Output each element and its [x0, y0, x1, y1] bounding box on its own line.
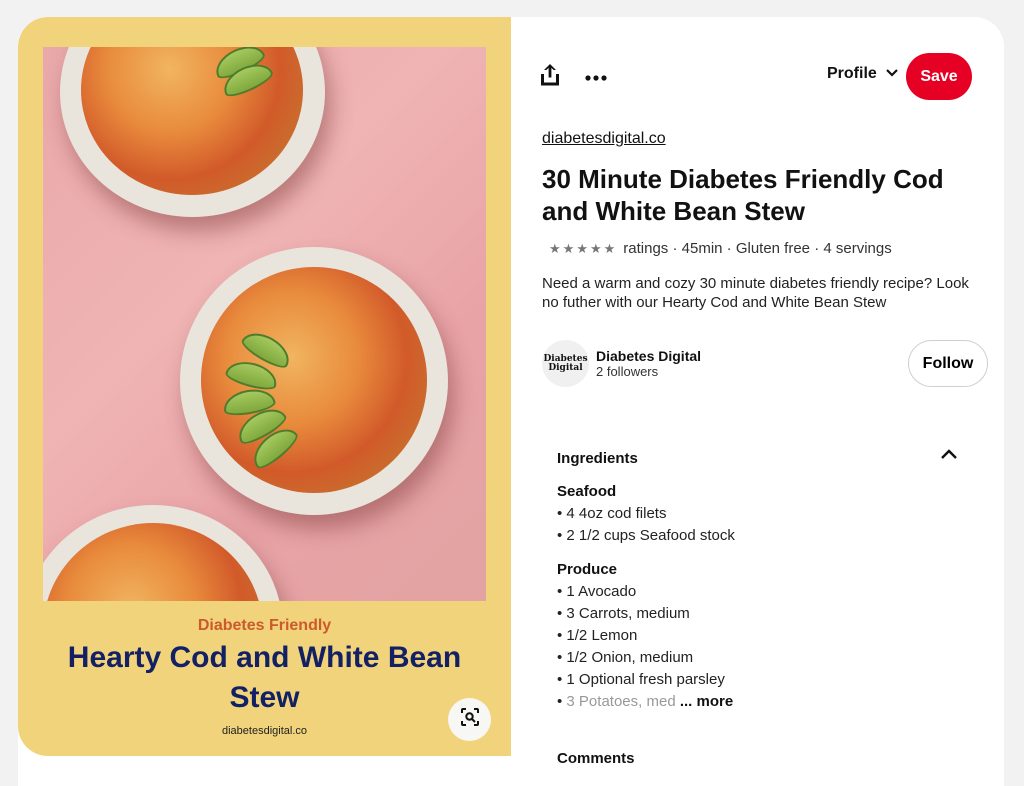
recipe-meta: ★ ★ ★ ★ ★ ratings · 45min · Gluten free … — [549, 240, 892, 257]
star-icon: ★ — [576, 240, 588, 256]
profile-label: Profile — [827, 65, 877, 82]
meta-text: ratings · 45min · Gluten free · 4 servin… — [623, 240, 892, 257]
profile-dropdown[interactable]: Profile — [827, 65, 899, 83]
ingredient-item: • 1 Optional fresh parsley — [557, 671, 725, 688]
ingredients-header[interactable]: Ingredients — [557, 450, 638, 467]
author-name[interactable]: Diabetes Digital — [596, 348, 701, 364]
caption-site: diabetesdigital.co — [221, 725, 307, 737]
ingredient-text: 3 Potatoes, med — [566, 693, 676, 710]
follow-button[interactable]: Follow — [908, 340, 988, 387]
source-link[interactable]: diabetesdigital.co — [542, 130, 666, 148]
ingredient-group-title: Seafood — [557, 483, 617, 500]
caption-title: Hearty Cod and White Bean Stew — [67, 641, 462, 714]
ingredient-item: • 2 1/2 cups Seafood stock — [557, 527, 735, 544]
chevron-up-icon — [940, 448, 958, 465]
pin-description: Need a warm and cozy 30 minute diabetes … — [542, 275, 969, 311]
stew-photo — [43, 47, 486, 601]
star-icon: ★ — [589, 240, 602, 256]
pin-title: 30 Minute Diabetes Friendly Cod and Whit… — [542, 164, 944, 226]
collapse-ingredients-button[interactable] — [940, 447, 958, 466]
ingredient-item: • 1/2 Onion, medium — [557, 649, 694, 666]
pin-details: Profile Save diabetesdigital.co 30 Minut… — [511, 17, 1004, 786]
ingredient-text: 1/2 Onion, medium — [566, 649, 694, 666]
ingredient-item: • 3 Potatoes, med ... more — [557, 693, 734, 710]
ingredient-item: • 1 Avocado — [557, 583, 637, 600]
author-followers: 2 followers — [596, 364, 659, 379]
pin-card: Diabetes Friendly Hearty Cod and White B… — [18, 17, 1004, 786]
ingredient-text: 1 Optional fresh parsley — [566, 671, 725, 688]
comments-header[interactable]: Comments — [557, 750, 635, 767]
ingredient-text: 1 Avocado — [566, 583, 637, 600]
ingredient-text: 3 Carrots, medium — [566, 605, 690, 622]
star-icon: ★ — [562, 240, 575, 256]
avatar-line: Digital — [548, 362, 583, 373]
avatar-text: Diabetes Digital — [543, 354, 587, 373]
pin-image[interactable]: Diabetes Friendly Hearty Cod and White B… — [18, 17, 511, 756]
ingredient-item: • 4 4oz cod filets — [557, 505, 667, 522]
caption-subtitle: Diabetes Friendly — [197, 617, 332, 634]
lens-icon — [460, 707, 480, 732]
more-dots-icon — [585, 68, 607, 86]
more-options-button[interactable] — [581, 67, 611, 87]
author-avatar[interactable]: Diabetes Digital — [542, 340, 589, 387]
star-icon: ★ — [549, 240, 561, 256]
share-button[interactable] — [539, 63, 561, 91]
ingredient-group-title: Produce — [557, 561, 618, 578]
ingredient-text: 4 4oz cod filets — [566, 505, 667, 522]
ingredient-item: • 1/2 Lemon — [557, 627, 638, 644]
save-button[interactable]: Save — [906, 53, 972, 100]
more-link[interactable]: ... more — [680, 693, 733, 710]
visual-search-button[interactable] — [448, 698, 491, 741]
star-icon: ★ — [603, 240, 616, 256]
chevron-down-icon — [885, 65, 899, 83]
ingredient-text: 2 1/2 cups Seafood stock — [566, 527, 735, 544]
share-icon — [540, 63, 560, 91]
ingredient-item: • 3 Carrots, medium — [557, 605, 690, 622]
ingredient-text: 1/2 Lemon — [566, 627, 638, 644]
rating-stars: ★ ★ ★ ★ ★ — [549, 241, 615, 257]
